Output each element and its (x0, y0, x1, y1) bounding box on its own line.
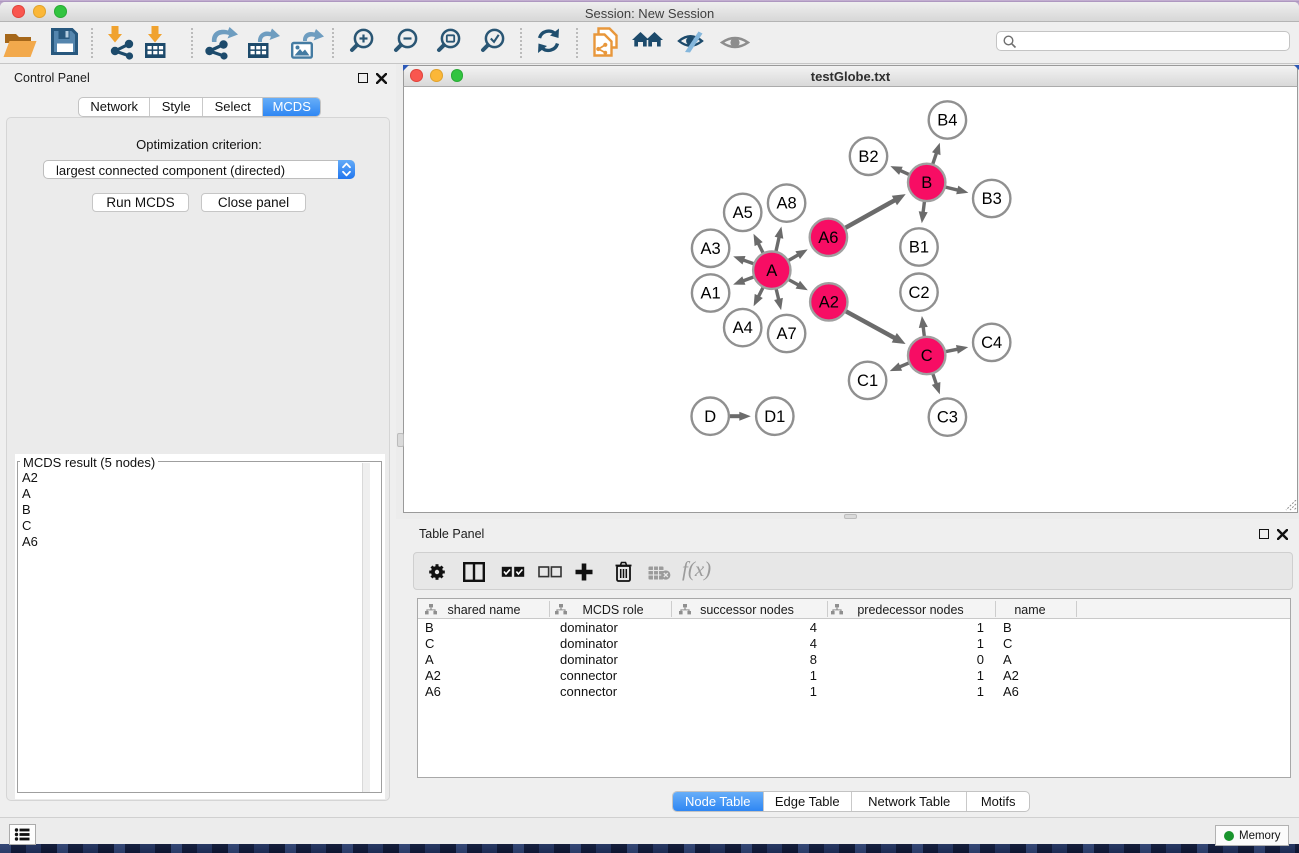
svg-text:B2: B2 (858, 148, 878, 166)
svg-text:A7: A7 (777, 325, 797, 343)
svg-text:B: B (921, 174, 932, 192)
svg-text:A8: A8 (777, 195, 797, 213)
svg-text:B3: B3 (982, 190, 1002, 208)
svg-text:A: A (766, 262, 777, 280)
svg-text:A3: A3 (701, 240, 721, 258)
svg-text:C3: C3 (937, 409, 958, 427)
svg-text:C1: C1 (857, 372, 878, 390)
svg-text:A2: A2 (819, 294, 839, 312)
svg-text:A4: A4 (733, 319, 753, 337)
svg-text:C2: C2 (908, 284, 929, 302)
svg-text:A6: A6 (818, 229, 838, 247)
svg-text:D: D (704, 408, 716, 426)
svg-text:C: C (921, 347, 933, 365)
svg-text:A5: A5 (733, 204, 753, 222)
svg-text:A1: A1 (701, 285, 721, 303)
svg-text:D1: D1 (764, 408, 785, 426)
svg-text:B1: B1 (909, 239, 929, 257)
svg-text:C4: C4 (981, 334, 1002, 352)
svg-text:B4: B4 (937, 112, 957, 130)
